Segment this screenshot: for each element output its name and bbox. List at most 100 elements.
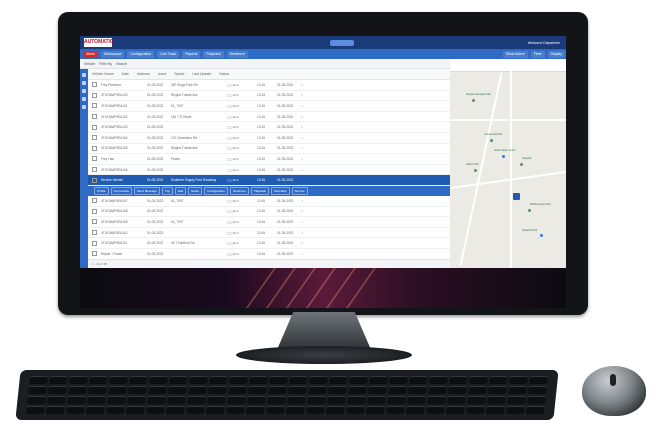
action-send-message-button[interactable]: Send Message [133, 186, 160, 195]
key [67, 396, 86, 404]
row-action-icons[interactable]: ◻◻⊕⊙ [227, 125, 257, 129]
row-checkbox[interactable] [92, 219, 97, 225]
row-time: 12:45 [257, 241, 265, 246]
row-action-icons[interactable]: ◻◻⊕⊙ [227, 157, 257, 161]
row-checkbox[interactable] [92, 103, 97, 109]
row-action-icons[interactable]: ◻◻⊕⊙ [227, 252, 257, 256]
table-row[interactable]: 4T1K3A6F9EA106 01-05-2022 ◻◻⊕⊙ 12:45 01-05-2… [88, 165, 450, 176]
key [208, 386, 227, 394]
table-row[interactable]: 4T1K3A6F9EA109 01-05-2022 51_7907 ◻◻⊕⊙ 12:45… [88, 217, 450, 228]
action-commands-button[interactable]: Commands [110, 186, 132, 195]
row-checkbox[interactable] [92, 230, 97, 236]
filter-vehicle[interactable]: Vehicle [84, 62, 95, 66]
row-action-icons[interactable]: ◻◻⊕⊙ [227, 209, 257, 213]
row-checkbox[interactable] [92, 167, 97, 173]
row-date: 01-05-2022 [147, 178, 164, 183]
nav-right-show-active[interactable]: Show Active [502, 50, 528, 58]
row-action-icons[interactable]: ◻◻⊕⊙ [227, 231, 257, 235]
live-map[interactable]: Regina Heritage Park Centennial Park Grace… [450, 59, 566, 268]
row-checkbox[interactable] [92, 240, 97, 246]
row-action-icons[interactable]: ◻◻⊕⊙ [227, 136, 257, 140]
row-action-icons[interactable]: ◻◻⊕⊙ [227, 146, 257, 150]
row-action-icons[interactable]: ◻◻⊕⊙ [227, 93, 257, 97]
table-row[interactable]: Repair 1 Tower 01-05-2022 ◻◻⊕⊙ 12:45 01-05-2… [88, 249, 450, 260]
row-checkbox[interactable] [92, 82, 97, 88]
row-checkbox[interactable] [92, 156, 97, 162]
action-schedule-button[interactable]: Schedule [271, 186, 290, 195]
table-row[interactable]: 4T1K3A6F9EA103 01-05-2022 ◻◻⊕⊙ 12:45 01-05-2… [88, 122, 450, 133]
row-action-icons[interactable]: ◻◻⊕⊙ [227, 104, 257, 108]
home-icon[interactable] [82, 73, 86, 77]
column-header[interactable]: Date [118, 72, 133, 76]
row-checkbox[interactable] [92, 177, 97, 183]
column-header[interactable]: Icons [154, 72, 170, 76]
column-header[interactable]: Address [133, 72, 154, 76]
row-action-icons[interactable]: ◻◻⊕⊙ [227, 220, 257, 224]
action-configuration-button[interactable]: Configuration [203, 186, 228, 195]
row-time: 12:45 [257, 230, 265, 235]
table-row[interactable]: 4T1K3A6F9EA111 01-05-2022 40 T Hartford Rd… [88, 238, 450, 249]
app-logo: AUTOMATIC [84, 38, 114, 47]
list-icon[interactable] [82, 81, 86, 85]
global-search-input[interactable] [330, 39, 354, 46]
column-header[interactable]: Vehicle Name [88, 72, 118, 76]
column-header[interactable]: Speed [170, 72, 188, 76]
row-checkbox[interactable] [92, 145, 97, 151]
row-action-icons[interactable]: ◻◻⊕⊙ [227, 115, 257, 119]
filter-search[interactable]: Search [116, 62, 127, 66]
row-checkbox[interactable] [92, 124, 97, 130]
row-checkbox[interactable] [92, 92, 97, 98]
gear-icon[interactable] [82, 105, 86, 109]
row-checkbox[interactable] [92, 135, 97, 141]
nav-right-display[interactable]: Display [547, 50, 565, 58]
nav-tab-workspace[interactable]: Workspace [100, 50, 125, 58]
row-address: 51_7907 [171, 103, 184, 108]
table-row[interactable]: Frey Hau 01-05-2022 Frazer ◻◻⊕⊙ 12:45 01-05-2… [88, 154, 450, 165]
vehicle-marker[interactable] [513, 193, 520, 200]
table-row[interactable]: 4T1K3A6F9EA104 01-05-2022 170 Chambers Rd ◻… [88, 133, 450, 144]
nav-tab-reports[interactable]: Reports [182, 50, 201, 58]
row-action-icons[interactable]: ◻◻⊕⊙ [227, 199, 257, 203]
row-last-update: 01-05-2022 [277, 82, 294, 87]
nav-tab-live-track[interactable]: Live Track [157, 50, 180, 58]
action-service-button[interactable]: Service [291, 186, 308, 195]
action-profile-button[interactable]: Profile [94, 186, 109, 195]
column-header[interactable]: Last Update [188, 72, 215, 76]
action-edit-button[interactable]: Edit [174, 186, 187, 195]
table-row[interactable]: 4T1K3A6F9EA110 01-05-2022 ◻◻⊕⊙ 12:45 01-05-2… [88, 228, 450, 239]
filter-filter-by[interactable]: Filter By [99, 62, 112, 66]
table-row[interactable]: Frey Flammer 01-05-2022 387 Kings Park Rd ◻… [88, 80, 450, 91]
key [249, 376, 268, 384]
nav-right-fleet[interactable]: Fleet [530, 50, 545, 58]
nav-tab-playback[interactable]: Playback [203, 50, 224, 58]
table-row[interactable]: 4T1K3A6F9EA102 01-05-2022 181 7 E Street ◻◻… [88, 112, 450, 123]
user-menu[interactable]: Welcome Dispatcher [528, 41, 560, 45]
table-row[interactable]: 4T1K3A6F9EA107 01-05-2022 51_7907 ◻◻⊕⊙ 12:45… [88, 196, 450, 207]
table-row[interactable]: 4T1K3A6F9EA100 01-05-2022 Regina Transit A… [88, 91, 450, 102]
action-geofence-button[interactable]: Geofence [229, 186, 249, 195]
row-status: ✓ [301, 135, 304, 140]
row-checkbox[interactable] [92, 208, 97, 214]
nav-tab-configuration[interactable]: Configuration [127, 50, 155, 58]
report-icon[interactable] [82, 97, 86, 101]
table-row[interactable]: 4T1K3A6F9EA101 01-05-2022 51_7907 ◻◻⊕⊙ 12:45… [88, 101, 450, 112]
row-action-icons[interactable]: ◻◻⊕⊙ [227, 83, 257, 87]
row-action-icons[interactable]: ◻◻⊕⊙ [227, 178, 257, 182]
table-row[interactable]: 4T1K3A6F9EA108 01-05-2022 ◻◻⊕⊙ 12:45 01-05-2… [88, 207, 450, 218]
map-icon[interactable] [82, 89, 86, 93]
row-checkbox[interactable] [92, 198, 97, 204]
row-action-icons[interactable]: ◻◻⊕⊙ [227, 241, 257, 245]
table-row[interactable]: 4T1K3A6F9EA105 01-05-2022 Regina Transit A… [88, 144, 450, 155]
nav-tab-geofence[interactable]: Geofence [226, 50, 248, 58]
table-row[interactable]: Service Vehicle 01-05-2022 Southern Supply… [88, 175, 450, 186]
row-checkbox[interactable] [92, 114, 97, 120]
row-action-icons[interactable]: ◻◻⊕⊙ [227, 168, 257, 172]
action-notes-button[interactable]: Notes [188, 186, 202, 195]
nav-tab-alerts[interactable]: Alerts [83, 50, 98, 58]
column-header[interactable]: Status [215, 72, 233, 76]
action-trip-button[interactable]: Trip [161, 186, 173, 195]
row-vehicle-name: 4T1K3A6F9EA103 [101, 125, 128, 130]
row-checkbox[interactable] [92, 251, 97, 257]
key [148, 386, 167, 394]
action-playback-button[interactable]: Playback [250, 186, 270, 195]
